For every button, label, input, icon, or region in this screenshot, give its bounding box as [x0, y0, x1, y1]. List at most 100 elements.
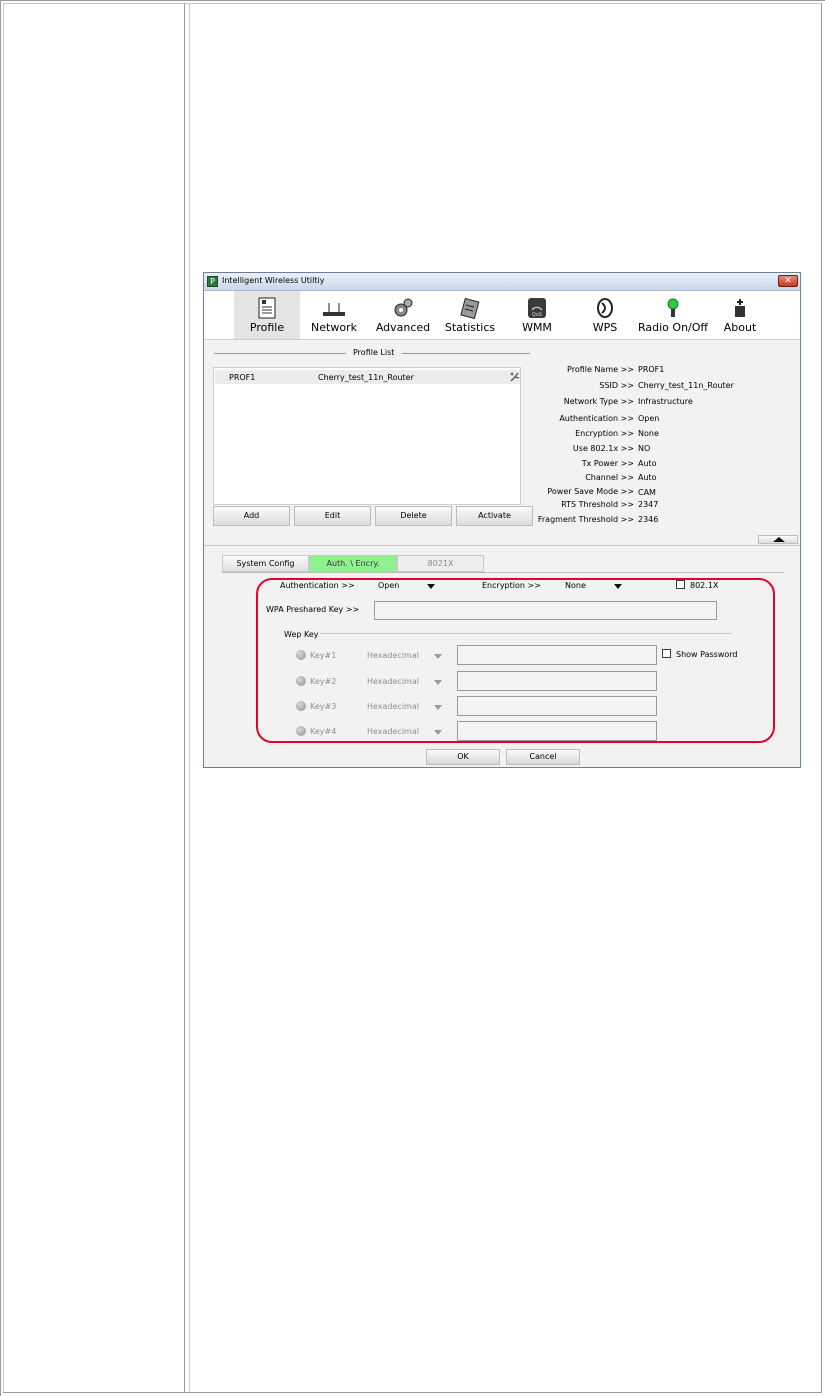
info-label: Tx Power >> — [581, 459, 634, 468]
advanced-icon — [394, 298, 413, 317]
info-value: Open — [638, 414, 660, 423]
toolbar-advanced[interactable]: Advanced — [374, 291, 432, 339]
info-value: Cherry_test_11n_Router — [638, 381, 734, 390]
show-password-checkbox[interactable] — [662, 649, 671, 658]
add-button[interactable]: Add — [213, 506, 290, 526]
frame-top-inner — [3, 3, 822, 4]
frame-right — [821, 3, 822, 1393]
info-label: Use 802.1x >> — [572, 444, 634, 453]
toolbar-label: WPS — [592, 321, 618, 334]
key2-input[interactable] — [457, 671, 657, 691]
collapse-button[interactable] — [758, 535, 798, 544]
tab-system-config[interactable]: System Config — [222, 555, 309, 572]
network-icon — [323, 303, 345, 316]
dot1x-label: 802.1X — [690, 581, 719, 590]
info-value: 2346 — [638, 515, 659, 524]
toolbar-statistics[interactable]: Statistics — [442, 291, 498, 339]
radio-icon — [667, 298, 679, 317]
frame-left-inner — [3, 3, 4, 1393]
authentication-label: Authentication >> — [280, 581, 355, 590]
info-label: Authentication >> — [559, 414, 634, 423]
section-divider — [204, 545, 800, 546]
info-value: None — [638, 429, 659, 438]
profile-list-header: Profile List — [353, 348, 395, 357]
frame-left — [0, 0, 1, 1396]
chevron-down-icon — [434, 654, 442, 659]
toolbar-radio[interactable]: Radio On/Off — [638, 291, 708, 339]
frame-divider — [184, 3, 185, 1393]
key3-input[interactable] — [457, 696, 657, 716]
encryption-select[interactable]: None — [559, 579, 629, 593]
key4-radio[interactable] — [296, 726, 306, 736]
title-bar: P Intelligent Wireless Utiltiy ✕ — [204, 273, 800, 291]
close-button[interactable]: ✕ — [778, 275, 798, 287]
tabs-baseline — [222, 572, 784, 573]
info-label: Channel >> — [585, 473, 634, 482]
toolbar-wps[interactable]: WPS — [586, 291, 624, 339]
dot1x-checkbox[interactable] — [676, 580, 685, 589]
key3-label: Key#3 — [310, 702, 337, 711]
info-value: Auto — [638, 473, 657, 482]
info-value: PROF1 — [638, 365, 665, 374]
profile-icon — [258, 297, 276, 319]
toolbar-label: Radio On/Off — [638, 321, 708, 334]
key4-input[interactable] — [457, 721, 657, 741]
chevron-down-icon — [434, 705, 442, 710]
info-value: NO — [638, 444, 651, 453]
info-label: Encryption >> — [575, 429, 634, 438]
app-icon: P — [207, 276, 218, 287]
wpa-key-label: WPA Preshared Key >> — [266, 605, 360, 614]
key3-format[interactable]: Hexadecimal — [367, 702, 419, 711]
key4-format[interactable]: Hexadecimal — [367, 727, 419, 736]
chevron-down-icon — [434, 730, 442, 735]
frame-divider-2 — [189, 3, 190, 1393]
key1-radio[interactable] — [296, 650, 306, 660]
utility-window: P Intelligent Wireless Utiltiy ✕ Profile… — [203, 272, 801, 768]
cancel-button[interactable]: Cancel — [506, 749, 580, 765]
show-password-label: Show Password — [676, 650, 738, 659]
authentication-select[interactable]: Open — [372, 579, 442, 593]
info-label: SSID >> — [599, 381, 634, 390]
key1-input[interactable] — [457, 645, 657, 665]
profile-list-rule-left — [214, 353, 346, 354]
wep-key-rule — [320, 633, 732, 634]
key3-radio[interactable] — [296, 701, 306, 711]
key2-radio[interactable] — [296, 676, 306, 686]
toolbar-label: Profile — [249, 321, 285, 334]
wps-icon — [597, 298, 613, 318]
chevron-down-icon — [427, 584, 435, 589]
toolbar-label: WMM — [522, 321, 552, 334]
toolbar-label: About — [723, 321, 757, 334]
toolbar-wmm[interactable]: QoS WMM — [516, 291, 558, 339]
wep-key-title: Wep Key — [284, 630, 319, 639]
toolbar-profile[interactable]: Profile — [234, 291, 300, 339]
info-label: Fragment Threshold >> — [537, 515, 634, 524]
ok-button[interactable]: OK — [426, 749, 500, 765]
info-value: Auto — [638, 459, 657, 468]
frame-top — [0, 0, 825, 1]
window-title: Intelligent Wireless Utiltiy — [222, 276, 325, 285]
info-label: Network Type >> — [563, 397, 634, 406]
statistics-icon — [460, 297, 480, 319]
key1-format[interactable]: Hexadecimal — [367, 651, 419, 660]
info-value: Infrastructure — [638, 397, 693, 406]
chevron-down-icon — [434, 680, 442, 685]
up-arrow-icon — [773, 537, 785, 542]
toolbar-label: Network — [311, 321, 357, 334]
encryption-label: Encryption >> — [482, 581, 541, 590]
tab-8021x[interactable]: 8021X — [397, 555, 484, 572]
about-icon — [735, 299, 745, 317]
toolbar-label: Statistics — [444, 321, 496, 334]
wpa-key-input[interactable] — [374, 601, 717, 620]
key2-format[interactable]: Hexadecimal — [367, 677, 419, 686]
svg-text:QoS: QoS — [532, 312, 542, 318]
toolbar-about[interactable]: About — [718, 291, 762, 339]
tab-auth-encry[interactable]: Auth. \ Encry. — [309, 555, 397, 572]
authentication-value: Open — [378, 581, 400, 590]
toolbar-label: Advanced — [375, 321, 431, 334]
toolbar-network[interactable]: Network — [306, 291, 362, 339]
info-label: Profile Name >> — [567, 365, 634, 374]
wmm-icon: QoS — [528, 298, 546, 318]
edit-button[interactable]: Edit — [294, 506, 371, 526]
info-label: RTS Threshold >> — [561, 500, 634, 509]
